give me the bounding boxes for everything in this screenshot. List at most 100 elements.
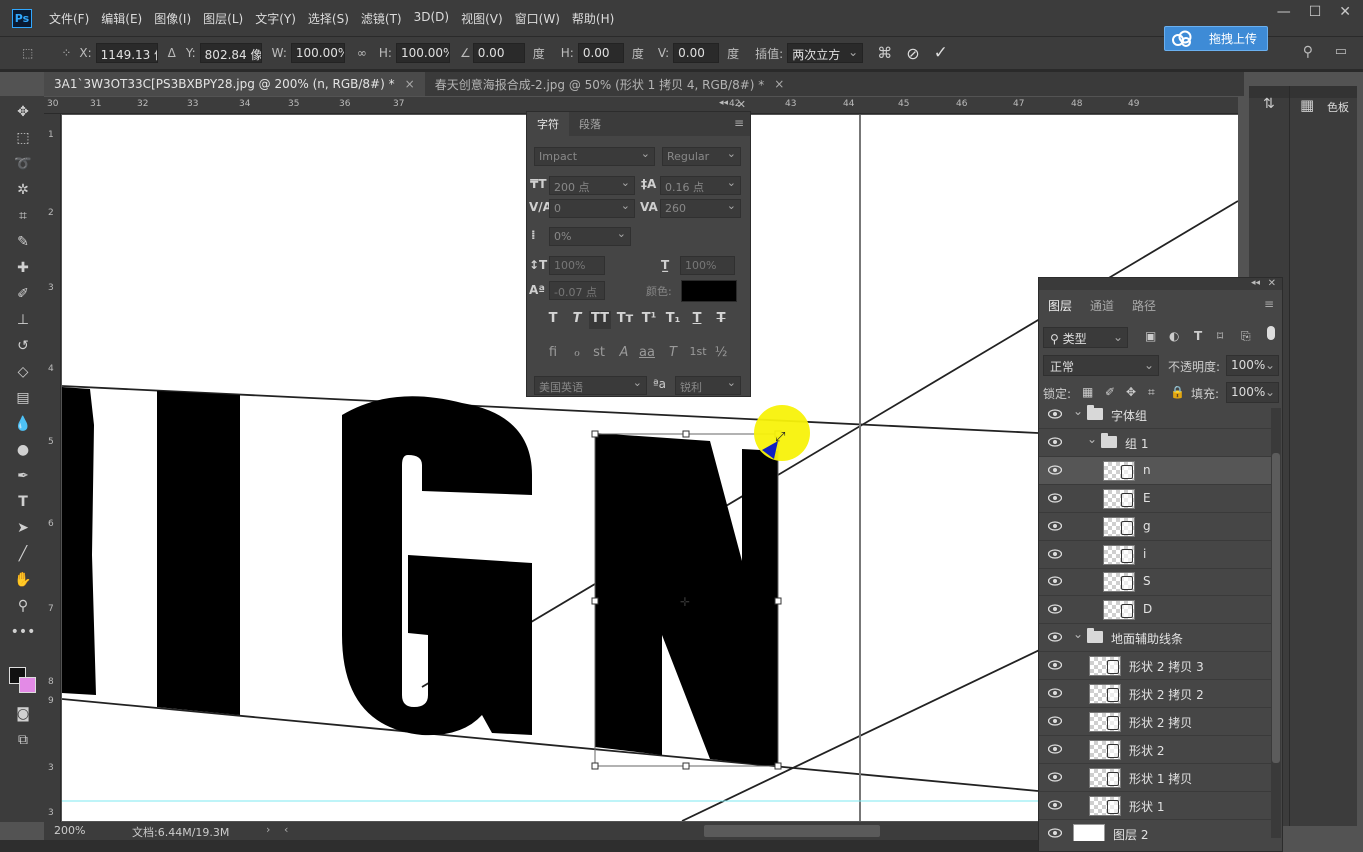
expand-chevron-icon[interactable]: ⌄ (1073, 627, 1083, 641)
menu-item[interactable]: 帮助(H) (572, 10, 614, 27)
stamp-tool-icon[interactable]: ⊥ (13, 310, 33, 330)
font-style-select[interactable]: Regular (662, 147, 741, 166)
menu-item[interactable]: 文件(F) (49, 10, 89, 27)
visibility-eye-icon[interactable] (1048, 827, 1062, 838)
visibility-eye-icon[interactable] (1048, 604, 1062, 614)
opacity-field[interactable]: 100% ⌄ (1226, 355, 1279, 376)
layer-group-row[interactable]: ⌄ 地面辅助线条 (1039, 624, 1271, 653)
maximize-icon[interactable]: ☐ (1309, 4, 1322, 20)
marquee-tool-icon[interactable]: ⬚ (13, 128, 33, 148)
discretionary-ligatures-button[interactable]: st (590, 345, 608, 363)
status-menu-arrow-icon[interactable]: › (266, 823, 270, 836)
layer-row[interactable]: 图层 2 (1039, 820, 1271, 841)
old-style-button[interactable]: ℴ (568, 345, 586, 363)
h-skew-field[interactable]: 0.00 (577, 43, 624, 63)
filter-toggle[interactable] (1267, 326, 1275, 340)
close-tab-icon[interactable]: × (774, 77, 784, 91)
path-selection-icon[interactable]: ➤ (13, 518, 33, 538)
visibility-eye-icon[interactable] (1048, 576, 1062, 586)
interpolation-select[interactable]: 两次立方 ⌄ (787, 43, 864, 63)
titling-alternates-button[interactable]: T (664, 345, 682, 363)
visibility-eye-icon[interactable] (1048, 437, 1062, 447)
superscript-button[interactable]: T¹ (640, 311, 658, 329)
visibility-eye-icon[interactable] (1048, 520, 1062, 531)
horizontal-scrollbar[interactable] (704, 825, 880, 837)
faux-bold-button[interactable]: T (544, 311, 562, 329)
upload-button[interactable]: 拖拽上传 (1164, 26, 1268, 51)
tab-document-1[interactable]: 3A1`3W3OT33C[PS3BXBPY28.jpg @ 200% (n, R… (44, 72, 425, 96)
tab-character[interactable]: 字符 (527, 112, 569, 136)
tab-document-2[interactable]: 春天创意海报合成-2.jpg @ 50% (形状 1 拷贝 4, RGB/8#)… (425, 72, 795, 96)
stylistic-alternates-button[interactable]: aa (638, 345, 656, 363)
zoom-level[interactable]: 200% (54, 824, 85, 837)
panel-menu-icon[interactable]: ≡ (734, 116, 744, 130)
visibility-eye-icon[interactable] (1048, 493, 1062, 503)
blend-mode-select[interactable]: 正常 ⌄ (1043, 355, 1159, 376)
minimize-icon[interactable]: — (1277, 4, 1291, 20)
brush-tool-icon[interactable]: ✐ (13, 284, 33, 304)
lock-transparency-icon[interactable]: ▦ (1082, 385, 1093, 399)
visibility-eye-icon[interactable] (1048, 799, 1062, 810)
scroll-left-icon[interactable]: ‹ (284, 823, 288, 836)
crop-tool-icon[interactable]: ⌗ (13, 206, 33, 226)
height-field[interactable]: 100.00% (395, 43, 450, 63)
magic-wand-icon[interactable]: ✲ (13, 180, 33, 200)
layer-row[interactable]: D (1039, 596, 1271, 625)
fractions-button[interactable]: ½ (712, 345, 730, 363)
menu-item[interactable]: 文字(Y) (255, 10, 296, 27)
layer-row[interactable]: 形状 2 拷贝 2 (1039, 680, 1271, 708)
visibility-eye-icon[interactable] (1048, 632, 1062, 642)
collapse-icon[interactable]: ◂◂ (1251, 278, 1260, 288)
visibility-eye-icon[interactable] (1048, 744, 1062, 754)
layer-row[interactable]: 形状 1 拷贝 (1039, 764, 1271, 792)
text-color-swatch[interactable] (681, 280, 737, 302)
menu-item[interactable]: 3D(D) (414, 10, 449, 27)
tsume-field[interactable]: 0% (549, 227, 631, 246)
commit-transform-icon[interactable]: ✓ (934, 43, 948, 63)
font-size-field[interactable]: 200 点 (549, 176, 635, 195)
cancel-transform-icon[interactable]: ⊘ (906, 44, 919, 63)
link-icon[interactable]: ∞ (357, 46, 367, 60)
menu-item[interactable]: 图层(L) (203, 10, 243, 27)
panel-menu-icon[interactable]: ≡ (1264, 297, 1274, 311)
panel-close-icon[interactable]: ✕ (1268, 278, 1276, 289)
filter-adjustment-icon[interactable]: ◐ (1169, 329, 1179, 343)
background-color-swatch[interactable] (19, 677, 36, 693)
filter-pixel-icon[interactable]: ▣ (1145, 329, 1156, 343)
layer-row[interactable]: E (1039, 485, 1271, 513)
lock-pixels-icon[interactable]: ✐ (1105, 385, 1115, 399)
menu-item[interactable]: 滤镜(T) (361, 10, 402, 27)
underline-button[interactable]: T (688, 311, 706, 329)
filter-smart-object-icon[interactable]: ⎘ (1241, 329, 1251, 344)
filter-type-icon[interactable]: T (1194, 329, 1202, 343)
font-family-select[interactable]: Impact (534, 147, 655, 166)
close-tab-icon[interactable]: × (405, 77, 415, 91)
hand-tool-icon[interactable]: ✋ (13, 570, 33, 590)
language-select[interactable]: 美国英语 (534, 376, 647, 395)
layer-row[interactable]: n (1039, 456, 1271, 485)
ordinals-button[interactable]: 1st (687, 345, 709, 363)
layer-row[interactable]: i (1039, 541, 1271, 569)
menu-item[interactable]: 图像(I) (154, 10, 191, 27)
search-icon[interactable]: ⚲ (1303, 44, 1313, 60)
visibility-eye-icon[interactable] (1048, 465, 1062, 475)
expand-chevron-icon[interactable]: ⌄ (1073, 404, 1083, 418)
y-position-field[interactable]: 802.84 像] (199, 43, 262, 63)
v-skew-field[interactable]: 0.00 (673, 43, 720, 63)
expand-chevron-icon[interactable]: ⌄ (1087, 432, 1097, 446)
ligatures-button[interactable]: fi (544, 345, 562, 363)
layer-row[interactable]: g (1039, 513, 1271, 541)
layers-scrollbar[interactable] (1271, 408, 1281, 838)
history-icon[interactable]: ⇅ (1263, 96, 1275, 112)
menu-item[interactable]: 编辑(E) (101, 10, 142, 27)
faux-italic-button[interactable]: T (568, 311, 586, 329)
warp-icon[interactable]: ⌘ (877, 44, 892, 62)
tab-paths[interactable]: 路径 (1123, 297, 1165, 314)
dodge-tool-icon[interactable]: ● (13, 440, 33, 460)
lock-position-icon[interactable]: ✥ (1126, 385, 1136, 399)
layer-row[interactable]: 形状 2 拷贝 (1039, 708, 1271, 736)
small-caps-button[interactable]: Tт (615, 311, 635, 329)
layer-row[interactable]: S (1039, 568, 1271, 597)
healing-brush-icon[interactable]: ✚ (13, 258, 33, 278)
all-caps-button[interactable]: TT (589, 311, 611, 329)
